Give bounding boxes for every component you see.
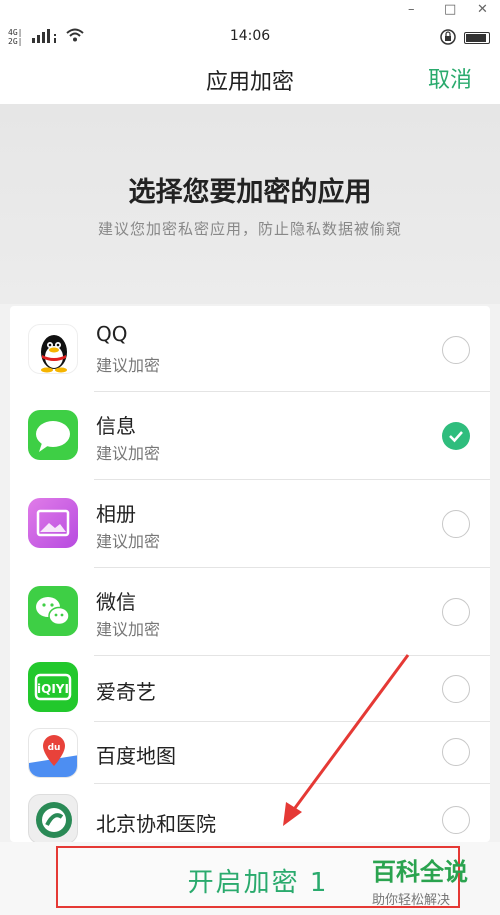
intro-subtitle: 建议您加密私密应用，防止隐私数据被偷窥: [97, 220, 402, 238]
svg-text:du: du: [48, 743, 61, 753]
app-name: 爱奇艺: [96, 680, 156, 704]
list-item-qq[interactable]: QQ 建议加密: [10, 306, 490, 392]
close-button[interactable]: ✕: [477, 2, 488, 17]
bottom-bar: 开启加密 1 百科全说 助你轻松解决: [0, 842, 500, 915]
app-name: QQ: [96, 322, 128, 346]
messages-icon: [28, 410, 78, 460]
app-hint: 建议加密: [96, 620, 161, 639]
list-item-gallery[interactable]: 相册 建议加密: [10, 480, 490, 568]
select-radio[interactable]: [442, 510, 470, 538]
watermark: 百科全说 助你轻松解决: [372, 852, 468, 908]
watermark-subtitle: 助你轻松解决: [372, 893, 451, 908]
page-title: 应用加密: [205, 70, 294, 95]
select-radio[interactable]: [442, 336, 470, 364]
app-header: 应用加密 取消: [0, 52, 500, 104]
checkmark-icon: [449, 431, 463, 443]
battery-icon: [464, 32, 490, 44]
watermark-title: 百科全说: [372, 858, 468, 886]
app-hint: 建议加密: [96, 532, 161, 551]
selected-check-radio[interactable]: [442, 422, 470, 450]
list-item-baidu-map[interactable]: du 百度地图: [10, 722, 490, 784]
intro-heading: 选择您要加密的应用: [128, 177, 372, 208]
maximize-button[interactable]: □: [444, 2, 456, 17]
app-name: 北京协和医院: [96, 812, 216, 836]
minimize-button[interactable]: –: [408, 2, 415, 17]
svg-text:iQIYI: iQIYI: [37, 682, 69, 696]
iqiyi-icon: iQIYI: [28, 662, 78, 712]
app-name: 百度地图: [96, 744, 176, 768]
qq-icon: [28, 324, 78, 374]
cancel-button[interactable]: 取消: [428, 62, 472, 94]
select-radio[interactable]: [442, 675, 470, 703]
select-radio[interactable]: [442, 738, 470, 766]
hospital-icon: [28, 794, 78, 842]
wechat-icon: [28, 586, 78, 636]
baidu-map-icon: du: [28, 728, 78, 778]
app-name: 微信: [96, 590, 136, 614]
status-bar: 4G| 2G| 14:06: [0, 22, 500, 52]
list-item-wechat[interactable]: 微信 建议加密: [10, 568, 490, 656]
rotation-lock-icon: [440, 29, 456, 45]
intro-section: 选择您要加密的应用 建议您加密私密应用，防止隐私数据被偷窥: [0, 104, 500, 304]
list-item-iqiyi[interactable]: iQIYI 爱奇艺: [10, 656, 490, 722]
app-name: 相册: [96, 502, 136, 526]
list-item-messages[interactable]: 信息 建议加密: [10, 392, 490, 480]
app-name: 信息: [96, 414, 136, 438]
list-item-hospital[interactable]: 北京协和医院: [10, 784, 490, 842]
select-radio[interactable]: [442, 598, 470, 626]
gallery-icon: [28, 498, 78, 548]
select-radio[interactable]: [442, 806, 470, 834]
window-titlebar: – □ ✕: [0, 0, 500, 22]
app-hint: 建议加密: [96, 444, 161, 463]
status-time: 14:06: [229, 28, 271, 44]
app-list: QQ 建议加密 信息 建议加密 相册 建议加密 微信 建议加密 iQIYI 爱奇…: [10, 306, 490, 842]
app-hint: 建议加密: [96, 356, 161, 375]
